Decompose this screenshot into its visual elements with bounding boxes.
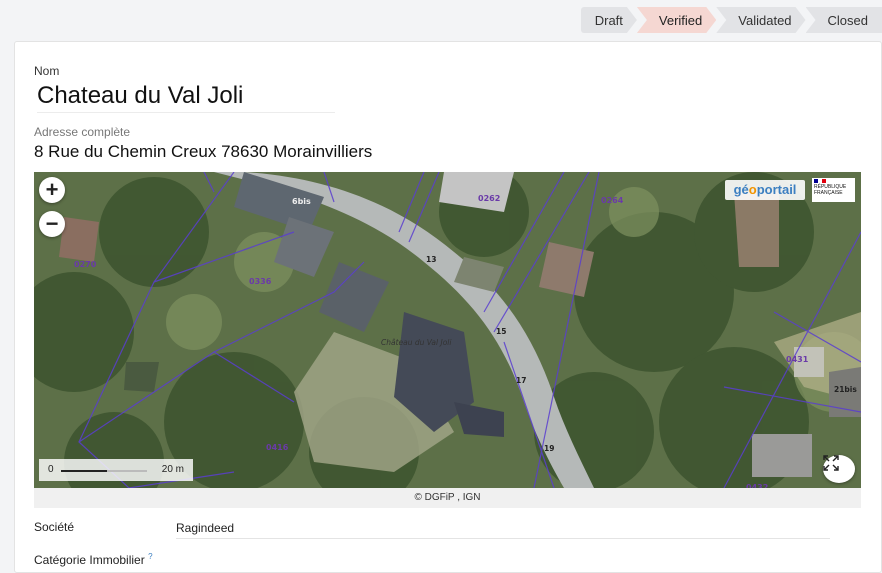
geoportail-logo: géoportail [725,180,805,200]
svg-text:0270: 0270 [74,260,97,269]
societe-field[interactable]: Ragindeed [176,521,830,539]
status-step-label: Draft [594,12,623,28]
status-step-validated[interactable]: Validated [716,7,805,33]
societe-label: Société [34,520,75,534]
status-step-closed[interactable]: Closed [805,7,882,33]
map-attribution: © DGFiP , IGN [34,488,861,508]
svg-text:0431: 0431 [786,355,809,364]
nom-field[interactable]: Chateau du Val Joli [37,82,335,113]
map-view[interactable]: 6bis 0262 0264 0270 0336 13 15 17 19 041… [34,172,861,488]
svg-text:13: 13 [426,255,436,264]
form-card: Nom Chateau du Val Joli Adresse complète… [14,41,882,573]
svg-text:0262: 0262 [478,194,500,203]
aerial-map-image: 6bis 0262 0264 0270 0336 13 15 17 19 041… [34,172,861,488]
svg-text:17: 17 [516,376,526,385]
svg-text:6bis: 6bis [292,197,311,206]
fullscreen-button[interactable] [823,455,855,483]
status-step-draft[interactable]: Draft [581,7,637,33]
zoom-in-button[interactable]: + [39,177,65,203]
plus-icon: + [45,177,59,202]
status-bar: Draft Verified Validated Closed [581,7,882,33]
status-step-verified[interactable]: Verified [637,7,716,33]
minus-icon: − [45,211,59,236]
svg-text:0264: 0264 [601,196,624,205]
republique-francaise-logo: RÉPUBLIQUE FRANÇAISE [812,178,855,202]
svg-text:19: 19 [544,444,554,453]
adresse-field[interactable]: 8 Rue du Chemin Creux 78630 Morainvillie… [34,142,372,162]
svg-text:0416: 0416 [266,443,289,452]
status-step-label: Closed [827,12,868,28]
fullscreen-icon [823,455,839,471]
adresse-label: Adresse complète [34,125,131,139]
svg-text:15: 15 [496,327,506,336]
zoom-out-button[interactable]: − [39,211,65,237]
svg-text:0336: 0336 [249,277,272,286]
svg-text:21bis: 21bis [834,385,857,394]
building-label: Château du Val Joli [381,338,452,347]
map-scale: 0 20 m [39,459,193,481]
status-step-label: Validated [738,12,792,28]
nom-label: Nom [34,64,60,78]
status-step-label: Verified [658,12,703,28]
